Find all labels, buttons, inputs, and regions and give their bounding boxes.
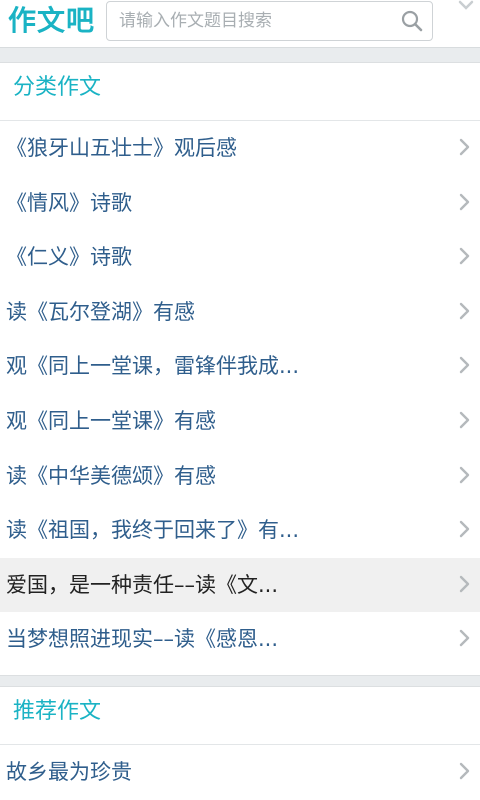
chevron-right-icon bbox=[459, 520, 470, 538]
search-box[interactable] bbox=[106, 1, 433, 41]
section-title-recommend: 推荐作文 bbox=[0, 687, 480, 745]
list-item[interactable]: 当梦想照进现实––读《感恩... bbox=[0, 612, 480, 667]
list-item-label: 《狼牙山五壮士》观后感 bbox=[6, 136, 237, 160]
list-item-label: 《仁义》诗歌 bbox=[6, 245, 132, 270]
list-item[interactable]: 爱国，是一种责任––读《文... bbox=[0, 557, 480, 613]
list-item-label: 《情风》诗歌 bbox=[6, 190, 132, 215]
search-input[interactable] bbox=[119, 2, 389, 40]
chevron-right-icon bbox=[459, 411, 470, 429]
list-item-label: 观《同上一堂课》有感 bbox=[6, 408, 216, 433]
list-item[interactable]: 读《祖国，我终于回来了》有... bbox=[0, 503, 480, 558]
chevron-right-icon bbox=[459, 575, 470, 592]
section-title-classify: 分类作文 bbox=[0, 63, 480, 121]
classify-section: 分类作文 《狼牙山五壮士》观后感 《情风》诗歌 《仁义》诗歌 读《瓦尔登湖》有感… bbox=[0, 62, 480, 676]
list-item[interactable]: 读《中华美德颂》有感 bbox=[0, 449, 480, 504]
list-item-label: 读《瓦尔登湖》有感 bbox=[6, 299, 195, 324]
chevron-right-icon bbox=[459, 302, 470, 319]
chevron-right-icon bbox=[459, 466, 470, 483]
list-item-label: 当梦想照进现实––读《感恩... bbox=[6, 627, 279, 652]
app-logo[interactable]: 作文吧 bbox=[8, 2, 95, 40]
list-item[interactable]: 《狼牙山五壮士》观后感 bbox=[0, 121, 480, 176]
list-item[interactable]: 《情风》诗歌 bbox=[0, 176, 480, 231]
app-header: 作文吧 bbox=[0, 0, 480, 48]
chevron-right-icon bbox=[459, 247, 470, 265]
chevron-right-icon bbox=[459, 138, 470, 156]
list-item[interactable]: 读《瓦尔登湖》有感 bbox=[0, 285, 480, 340]
list-item[interactable]: 故乡最为珍贵 bbox=[0, 745, 480, 800]
list-item-label: 观《同上一堂课，雷锋伴我成... bbox=[6, 354, 300, 379]
chevron-right-icon bbox=[459, 762, 470, 780]
list-item[interactable]: 观《同上一堂课》有感 bbox=[0, 394, 480, 449]
recommend-section: 推荐作文 故乡最为珍贵 bbox=[0, 686, 480, 800]
chevron-down-icon[interactable] bbox=[456, 0, 476, 14]
list-item-label: 爱国，是一种责任––读《文... bbox=[6, 572, 279, 597]
chevron-right-icon bbox=[459, 630, 470, 647]
list-item-label: 故乡最为珍贵 bbox=[6, 760, 132, 784]
chevron-right-icon bbox=[459, 193, 470, 210]
list-item-label: 读《祖国，我终于回来了》有... bbox=[6, 518, 300, 543]
chevron-right-icon bbox=[459, 357, 470, 374]
list-item-label: 读《中华美德颂》有感 bbox=[6, 463, 216, 488]
list-item[interactable]: 观《同上一堂课，雷锋伴我成... bbox=[0, 339, 480, 394]
search-icon[interactable] bbox=[401, 10, 423, 32]
list-item[interactable]: 《仁义》诗歌 bbox=[0, 230, 480, 285]
